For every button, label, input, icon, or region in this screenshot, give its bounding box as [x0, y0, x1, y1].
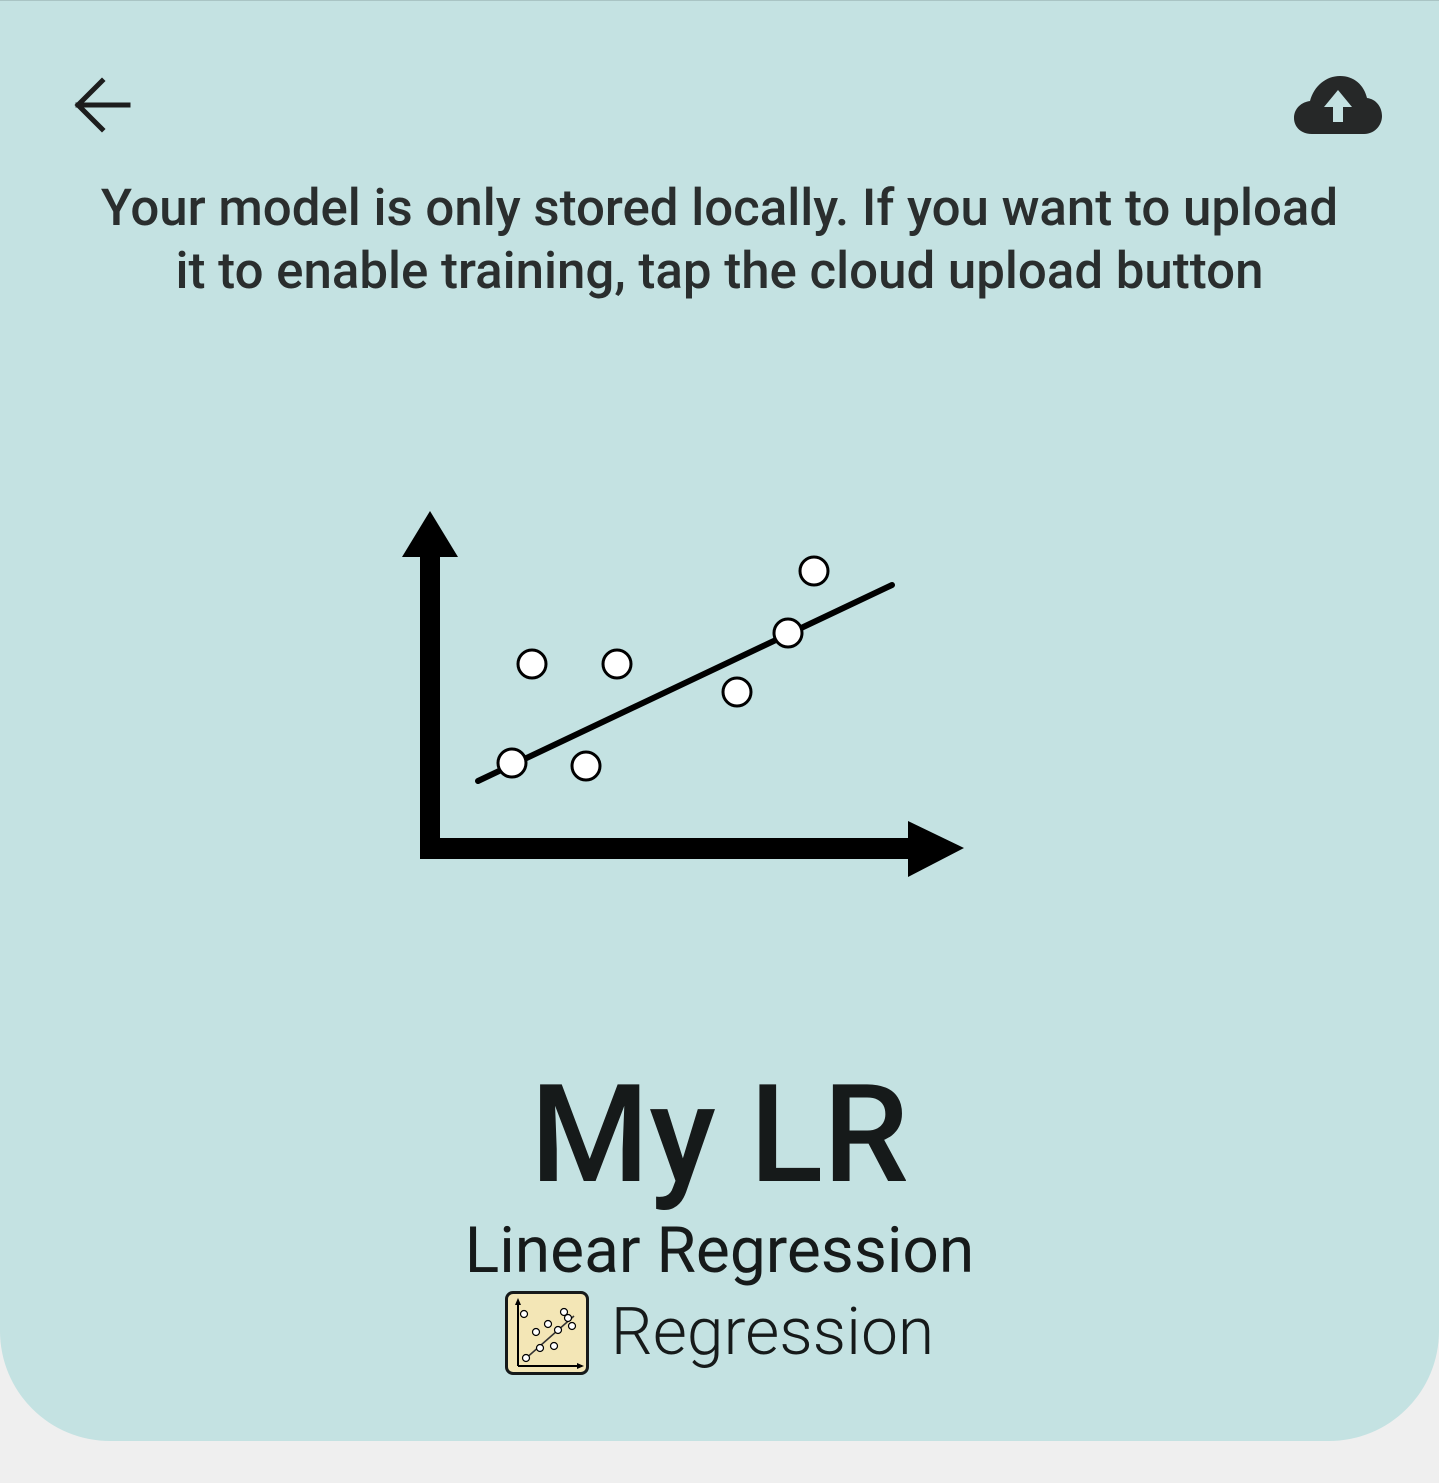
- model-category-label: Regression: [610, 1294, 935, 1371]
- model-name: My LR: [530, 1056, 909, 1215]
- cloud-upload-button[interactable]: [1288, 59, 1388, 151]
- cloud-upload-icon: [1294, 76, 1382, 134]
- linear-regression-illustration: [402, 511, 964, 877]
- arrow-left-icon: [74, 77, 131, 133]
- regression-chart-icon: [504, 1291, 589, 1375]
- model-category: Regression: [0, 1291, 1439, 1375]
- model-detail-card: Your model is only stored locally. If yo…: [0, 0, 1439, 1441]
- back-button[interactable]: [60, 63, 144, 147]
- local-storage-notice: Your model is only stored locally. If yo…: [100, 179, 1339, 301]
- model-type: Linear Regression: [464, 1213, 975, 1288]
